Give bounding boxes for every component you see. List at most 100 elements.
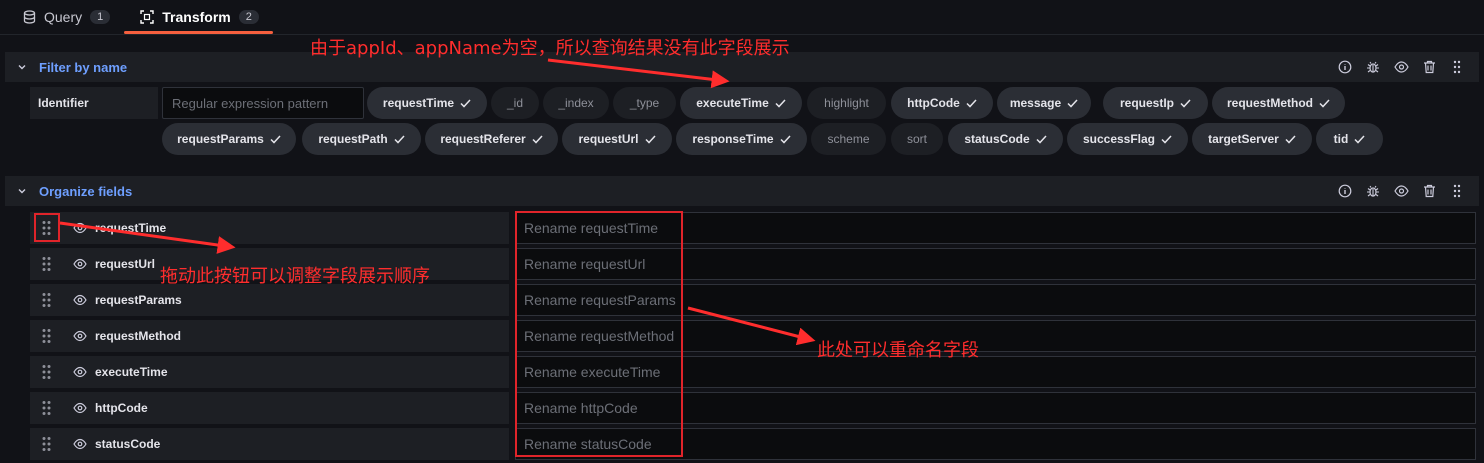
eye-icon[interactable]	[72, 364, 88, 380]
drag-handle-icon[interactable]	[1449, 183, 1465, 199]
chevron-down-icon[interactable]	[17, 186, 27, 196]
field-chip-scheme[interactable]: scheme	[811, 123, 886, 155]
field-chip-message[interactable]: message	[997, 87, 1091, 119]
checkmark-icon	[270, 134, 281, 144]
section-actions	[1337, 183, 1465, 199]
drag-handle-icon[interactable]	[38, 327, 54, 345]
info-icon[interactable]	[1337, 183, 1353, 199]
trash-icon[interactable]	[1421, 59, 1437, 75]
drag-handle-icon[interactable]	[38, 363, 54, 381]
field-chip-tid[interactable]: tid	[1316, 123, 1383, 155]
field-row-requestParams: requestParams	[30, 284, 509, 316]
field-chip-label: highlight	[824, 96, 869, 110]
field-chip-successFlag[interactable]: successFlag	[1067, 123, 1188, 155]
annotation-top-text: 由于appId、appName为空，所以查询结果没有此字段展示	[310, 38, 790, 59]
field-chip-label: requestIp	[1119, 96, 1174, 110]
field-chip-responseTime[interactable]: responseTime	[676, 123, 807, 155]
field-chip-label: requestParams	[177, 132, 264, 146]
tab-query[interactable]: Query 1	[22, 0, 111, 34]
checkmark-icon	[644, 134, 656, 144]
field-name: requestUrl	[95, 257, 156, 271]
field-chip-label: tid	[1333, 132, 1349, 146]
field-name: statusCode	[95, 437, 161, 451]
field-name: requestParams	[95, 293, 182, 307]
field-row-executeTime: executeTime	[30, 356, 509, 388]
field-chip-sort[interactable]: sort	[891, 123, 943, 155]
drag-handle-icon[interactable]	[38, 435, 54, 453]
eye-icon[interactable]	[72, 400, 88, 416]
checkmark-icon	[394, 134, 405, 144]
field-chip-requestUrl[interactable]: requestUrl	[562, 123, 672, 155]
checkmark-icon	[1067, 98, 1078, 108]
field-chip-targetServer[interactable]: targetServer	[1192, 123, 1312, 155]
organize-fields-header[interactable]: Organize fields	[5, 176, 1479, 206]
chevron-down-icon[interactable]	[17, 62, 27, 72]
field-chip-requestReferer[interactable]: requestReferer	[425, 123, 558, 155]
field-chip-label: responseTime	[692, 132, 774, 146]
field-chip-executeTime[interactable]: executeTime	[680, 87, 802, 119]
checkmark-icon	[532, 134, 543, 144]
annotation-rename-text: 此处可以重命名字段	[817, 340, 979, 361]
field-row-requestMethod: requestMethod	[30, 320, 509, 352]
tab-query-label: Query	[44, 9, 83, 25]
eye-icon[interactable]	[1393, 59, 1409, 75]
regex-pattern-input[interactable]: Regular expression pattern	[162, 87, 364, 119]
trash-icon[interactable]	[1421, 183, 1437, 199]
eye-icon[interactable]	[1393, 183, 1409, 199]
tab-transform[interactable]: Transform 2	[124, 0, 273, 34]
checkmark-icon	[1354, 134, 1365, 144]
eye-icon[interactable]	[72, 436, 88, 452]
field-chip-label: httpCode	[907, 96, 960, 110]
drag-handle-icon[interactable]	[1449, 59, 1465, 75]
checkmark-icon	[775, 98, 786, 108]
drag-handle-icon[interactable]	[38, 255, 54, 273]
field-chip-label: executeTime	[696, 96, 769, 110]
drag-handle-icon[interactable]	[38, 399, 54, 417]
field-chip-requestParams[interactable]: requestParams	[162, 123, 296, 155]
field-chip-label: requestUrl	[578, 132, 639, 146]
field-name: requestMethod	[95, 329, 182, 343]
field-chip-label: requestTime	[382, 96, 455, 110]
checkmark-icon	[966, 98, 977, 108]
field-chip-type[interactable]: _type	[613, 87, 676, 119]
checkmark-icon	[1319, 98, 1330, 108]
checkmark-icon	[1285, 134, 1296, 144]
eye-icon[interactable]	[72, 256, 88, 272]
rename-highlight-box	[515, 211, 683, 457]
info-icon[interactable]	[1337, 59, 1353, 75]
field-chip-id[interactable]: _id	[491, 87, 539, 119]
field-chip-label: sort	[906, 132, 927, 146]
database-icon	[22, 10, 36, 24]
field-chip-requestTime[interactable]: requestTime	[367, 87, 487, 119]
tab-transform-count: 2	[238, 10, 259, 24]
field-chip-requestPath[interactable]: requestPath	[302, 123, 421, 155]
field-chip-requestMethod[interactable]: requestMethod	[1212, 87, 1345, 119]
checkmark-icon	[460, 98, 471, 108]
field-chip-label: scheme	[827, 132, 870, 146]
transform-icon	[140, 10, 154, 24]
debug-icon[interactable]	[1365, 59, 1381, 75]
drag-handle-icon[interactable]	[38, 291, 54, 309]
debug-icon[interactable]	[1365, 183, 1381, 199]
field-chip-label: _type	[629, 96, 660, 110]
annotation-drag-text: 拖动此按钮可以调整字段展示顺序	[160, 266, 430, 287]
field-chip-index[interactable]: _index	[543, 87, 609, 119]
eye-icon[interactable]	[72, 328, 88, 344]
checkmark-icon	[780, 134, 791, 144]
field-chip-label: requestReferer	[440, 132, 526, 146]
checkmark-icon	[1180, 98, 1191, 108]
field-chip-requestIp[interactable]: requestIp	[1103, 87, 1208, 119]
field-name: requestTime	[95, 221, 167, 235]
eye-icon[interactable]	[72, 292, 88, 308]
field-chip-label: targetServer	[1208, 132, 1279, 146]
field-chip-label: message	[1009, 96, 1062, 110]
field-chip-httpCode[interactable]: httpCode	[891, 87, 993, 119]
field-chip-label: _id	[506, 96, 523, 110]
tab-query-count: 1	[90, 10, 111, 24]
eye-icon[interactable]	[72, 220, 88, 236]
field-chip-label: statusCode	[964, 132, 1030, 146]
field-chip-statusCode[interactable]: statusCode	[948, 123, 1063, 155]
field-name: httpCode	[95, 401, 148, 415]
field-chip-highlight[interactable]: highlight	[807, 87, 886, 119]
field-chip-label: requestMethod	[1226, 96, 1313, 110]
